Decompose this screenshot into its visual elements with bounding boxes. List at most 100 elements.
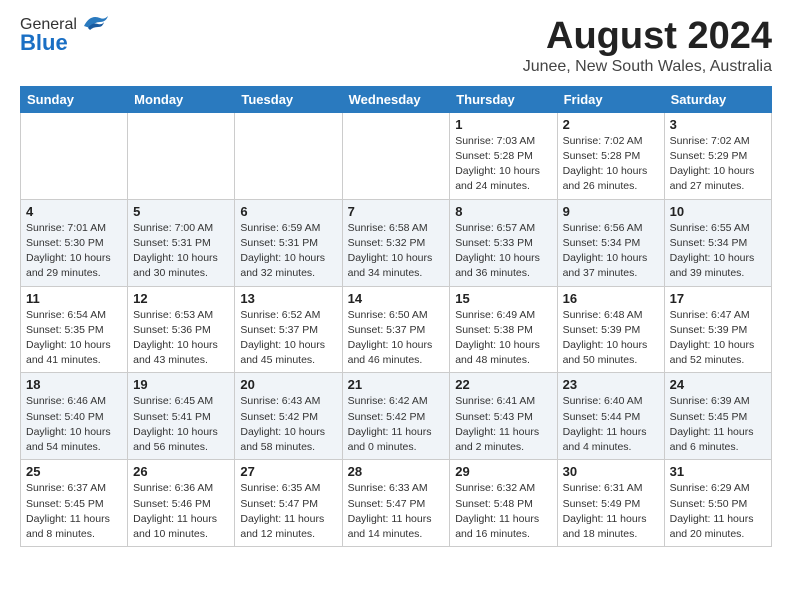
logo-blue-text: Blue <box>20 30 68 56</box>
day-number: 28 <box>348 464 445 479</box>
day-number: 22 <box>455 377 551 392</box>
day-number: 8 <box>455 204 551 219</box>
calendar-cell: 6 Sunrise: 6:59 AM Sunset: 5:31 PM Daylig… <box>235 199 342 286</box>
day-number: 20 <box>240 377 336 392</box>
day-info: Sunrise: 6:57 AM Sunset: 5:33 PM Dayligh… <box>455 221 551 282</box>
calendar-cell: 1 Sunrise: 7:03 AM Sunset: 5:28 PM Daylig… <box>450 112 557 199</box>
day-number: 16 <box>563 291 659 306</box>
day-info: Sunrise: 7:03 AM Sunset: 5:28 PM Dayligh… <box>455 134 551 195</box>
calendar-cell: 19Sunrise: 6:45 AM Sunset: 5:41 PM Dayli… <box>128 373 235 460</box>
calendar-cell: 16 Sunrise: 6:48 AM Sunset: 5:39 PM Dayli… <box>557 286 664 373</box>
calendar-cell: 28 Sunrise: 6:33 AM Sunset: 5:47 PM Dayli… <box>342 460 450 547</box>
day-number: 12 <box>133 291 229 306</box>
calendar-cell: 23Sunrise: 6:40 AM Sunset: 5:44 PM Dayli… <box>557 373 664 460</box>
calendar-week-row: 1 Sunrise: 7:03 AM Sunset: 5:28 PM Daylig… <box>21 112 772 199</box>
day-number: 6 <box>240 204 336 219</box>
day-number: 1 <box>455 117 551 132</box>
calendar-cell <box>342 112 450 199</box>
day-number: 15 <box>455 291 551 306</box>
page-subtitle: Junee, New South Wales, Australia <box>523 58 772 76</box>
calendar-cell: 29 Sunrise: 6:32 AM Sunset: 5:48 PM Dayli… <box>450 460 557 547</box>
logo: General Blue <box>20 16 110 56</box>
day-info: Sunrise: 6:43 AM Sunset: 5:42 PM Dayligh… <box>240 394 336 455</box>
calendar-cell: 8 Sunrise: 6:57 AM Sunset: 5:33 PM Daylig… <box>450 199 557 286</box>
calendar-cell: 30 Sunrise: 6:31 AM Sunset: 5:49 PM Dayli… <box>557 460 664 547</box>
day-info: Sunrise: 6:53 AM Sunset: 5:36 PM Dayligh… <box>133 308 229 369</box>
calendar-week-row: 25Sunrise: 6:37 AM Sunset: 5:45 PM Dayli… <box>21 460 772 547</box>
day-number: 17 <box>670 291 766 306</box>
calendar-cell: 10 Sunrise: 6:55 AM Sunset: 5:34 PM Dayli… <box>664 199 771 286</box>
day-info: Sunrise: 6:41 AM Sunset: 5:43 PM Dayligh… <box>455 394 551 455</box>
calendar-cell: 15 Sunrise: 6:49 AM Sunset: 5:38 PM Dayli… <box>450 286 557 373</box>
day-number: 9 <box>563 204 659 219</box>
calendar-cell: 24 Sunrise: 6:39 AM Sunset: 5:45 PM Dayli… <box>664 373 771 460</box>
calendar-cell: 18 Sunrise: 6:46 AM Sunset: 5:40 PM Dayli… <box>21 373 128 460</box>
calendar-cell <box>235 112 342 199</box>
calendar-cell: 26Sunrise: 6:36 AM Sunset: 5:46 PM Dayli… <box>128 460 235 547</box>
day-info: Sunrise: 7:01 AM Sunset: 5:30 PM Dayligh… <box>26 221 122 282</box>
weekday-header: Sunday <box>21 86 128 112</box>
calendar-week-row: 4 Sunrise: 7:01 AM Sunset: 5:30 PM Daylig… <box>21 199 772 286</box>
calendar-week-row: 11Sunrise: 6:54 AM Sunset: 5:35 PM Dayli… <box>21 286 772 373</box>
day-info: Sunrise: 6:59 AM Sunset: 5:31 PM Dayligh… <box>240 221 336 282</box>
day-number: 30 <box>563 464 659 479</box>
day-info: Sunrise: 6:49 AM Sunset: 5:38 PM Dayligh… <box>455 308 551 369</box>
title-block: August 2024 Junee, New South Wales, Aust… <box>523 16 772 76</box>
calendar-cell <box>21 112 128 199</box>
day-info: Sunrise: 6:55 AM Sunset: 5:34 PM Dayligh… <box>670 221 766 282</box>
page-header: General Blue August 2024 Junee, New Sout… <box>20 16 772 76</box>
day-number: 27 <box>240 464 336 479</box>
calendar-cell: 13Sunrise: 6:52 AM Sunset: 5:37 PM Dayli… <box>235 286 342 373</box>
calendar-cell: 5 Sunrise: 7:00 AM Sunset: 5:31 PM Daylig… <box>128 199 235 286</box>
calendar-table: SundayMondayTuesdayWednesdayThursdayFrid… <box>20 86 772 547</box>
page-title: August 2024 <box>523 16 772 58</box>
calendar-cell: 20 Sunrise: 6:43 AM Sunset: 5:42 PM Dayli… <box>235 373 342 460</box>
day-info: Sunrise: 7:00 AM Sunset: 5:31 PM Dayligh… <box>133 221 229 282</box>
calendar-cell: 9Sunrise: 6:56 AM Sunset: 5:34 PM Daylig… <box>557 199 664 286</box>
calendar-cell: 14 Sunrise: 6:50 AM Sunset: 5:37 PM Dayli… <box>342 286 450 373</box>
day-number: 29 <box>455 464 551 479</box>
calendar-cell: 17 Sunrise: 6:47 AM Sunset: 5:39 PM Dayli… <box>664 286 771 373</box>
calendar-cell: 3 Sunrise: 7:02 AM Sunset: 5:29 PM Daylig… <box>664 112 771 199</box>
day-info: Sunrise: 6:42 AM Sunset: 5:42 PM Dayligh… <box>348 394 445 455</box>
calendar-cell: 12 Sunrise: 6:53 AM Sunset: 5:36 PM Dayli… <box>128 286 235 373</box>
calendar-cell: 22 Sunrise: 6:41 AM Sunset: 5:43 PM Dayli… <box>450 373 557 460</box>
day-info: Sunrise: 6:50 AM Sunset: 5:37 PM Dayligh… <box>348 308 445 369</box>
day-number: 10 <box>670 204 766 219</box>
day-info: Sunrise: 6:32 AM Sunset: 5:48 PM Dayligh… <box>455 481 551 542</box>
calendar-cell: 25Sunrise: 6:37 AM Sunset: 5:45 PM Dayli… <box>21 460 128 547</box>
logo-bird-icon <box>80 12 110 34</box>
day-info: Sunrise: 6:29 AM Sunset: 5:50 PM Dayligh… <box>670 481 766 542</box>
day-number: 18 <box>26 377 122 392</box>
day-number: 3 <box>670 117 766 132</box>
day-info: Sunrise: 6:45 AM Sunset: 5:41 PM Dayligh… <box>133 394 229 455</box>
day-info: Sunrise: 6:31 AM Sunset: 5:49 PM Dayligh… <box>563 481 659 542</box>
day-number: 31 <box>670 464 766 479</box>
day-number: 13 <box>240 291 336 306</box>
day-number: 4 <box>26 204 122 219</box>
day-number: 7 <box>348 204 445 219</box>
day-info: Sunrise: 6:46 AM Sunset: 5:40 PM Dayligh… <box>26 394 122 455</box>
day-info: Sunrise: 6:39 AM Sunset: 5:45 PM Dayligh… <box>670 394 766 455</box>
weekday-header: Wednesday <box>342 86 450 112</box>
day-info: Sunrise: 6:33 AM Sunset: 5:47 PM Dayligh… <box>348 481 445 542</box>
day-number: 2 <box>563 117 659 132</box>
day-info: Sunrise: 6:54 AM Sunset: 5:35 PM Dayligh… <box>26 308 122 369</box>
day-info: Sunrise: 6:48 AM Sunset: 5:39 PM Dayligh… <box>563 308 659 369</box>
day-info: Sunrise: 6:36 AM Sunset: 5:46 PM Dayligh… <box>133 481 229 542</box>
calendar-header-row: SundayMondayTuesdayWednesdayThursdayFrid… <box>21 86 772 112</box>
calendar-cell: 2 Sunrise: 7:02 AM Sunset: 5:28 PM Daylig… <box>557 112 664 199</box>
day-number: 5 <box>133 204 229 219</box>
calendar-cell: 31 Sunrise: 6:29 AM Sunset: 5:50 PM Dayli… <box>664 460 771 547</box>
day-info: Sunrise: 6:47 AM Sunset: 5:39 PM Dayligh… <box>670 308 766 369</box>
day-number: 14 <box>348 291 445 306</box>
day-info: Sunrise: 7:02 AM Sunset: 5:29 PM Dayligh… <box>670 134 766 195</box>
day-number: 24 <box>670 377 766 392</box>
weekday-header: Thursday <box>450 86 557 112</box>
day-info: Sunrise: 6:58 AM Sunset: 5:32 PM Dayligh… <box>348 221 445 282</box>
calendar-cell: 7 Sunrise: 6:58 AM Sunset: 5:32 PM Daylig… <box>342 199 450 286</box>
day-info: Sunrise: 6:35 AM Sunset: 5:47 PM Dayligh… <box>240 481 336 542</box>
weekday-header: Friday <box>557 86 664 112</box>
day-number: 23 <box>563 377 659 392</box>
day-info: Sunrise: 7:02 AM Sunset: 5:28 PM Dayligh… <box>563 134 659 195</box>
